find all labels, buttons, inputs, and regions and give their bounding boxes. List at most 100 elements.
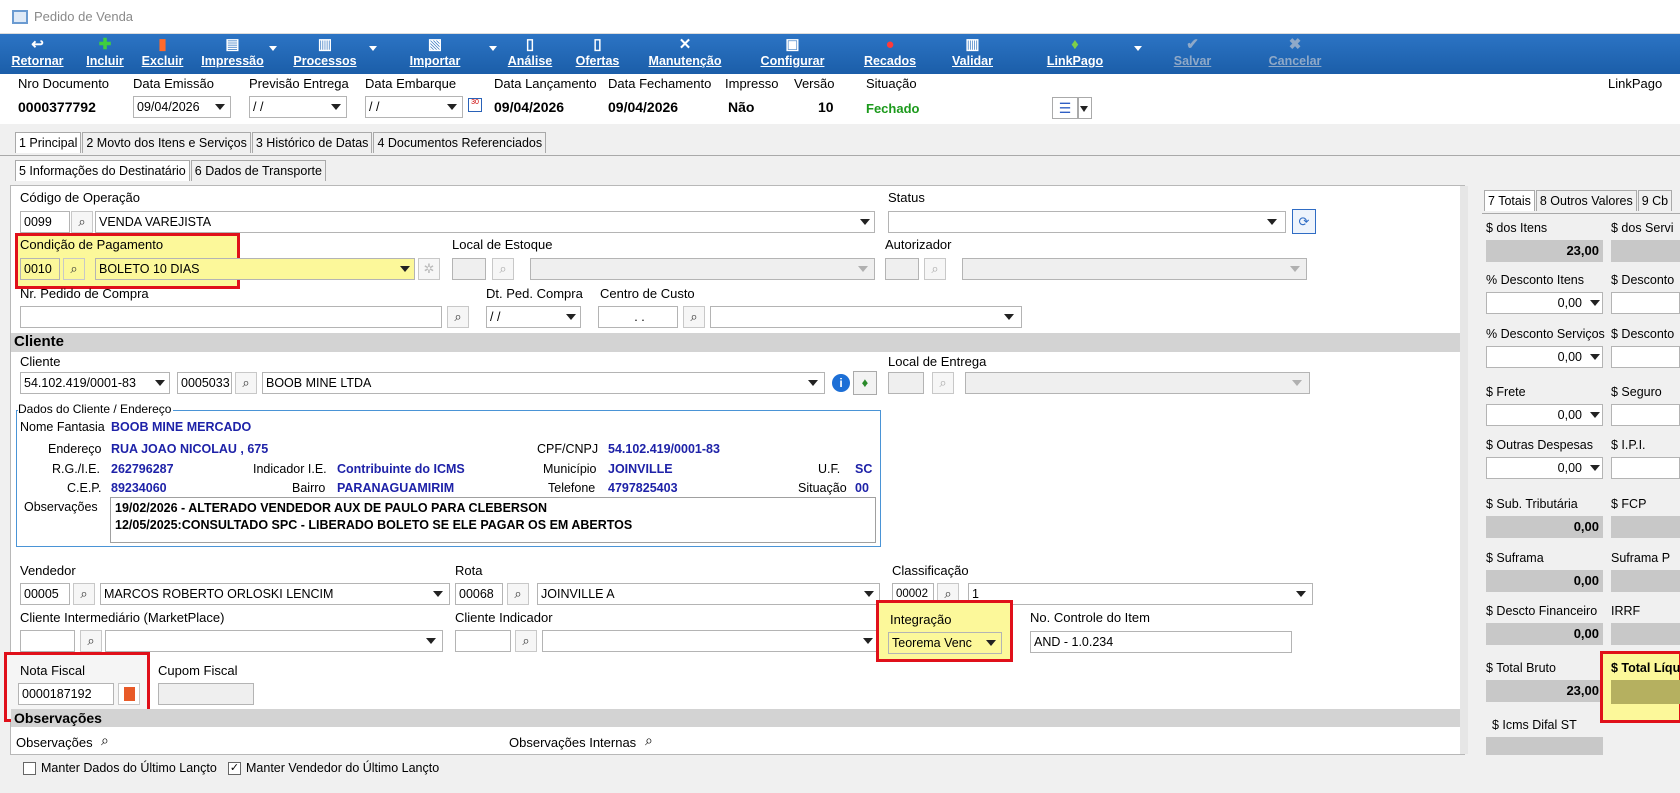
codigo-operacao-desc[interactable]: VENDA VAREJISTA <box>95 211 875 233</box>
toolbar-configurar-button[interactable]: ▣ Configurar <box>740 36 845 72</box>
desconto-itens-value-field[interactable] <box>1611 292 1680 314</box>
totals-tab-2[interactable]: 8 Outros Valores <box>1535 190 1637 211</box>
desconto-servicos-value-field[interactable] <box>1611 346 1680 368</box>
pedido-compra-field[interactable] <box>20 306 442 328</box>
toolbar-analise-button[interactable]: ▯ Análise <box>495 36 565 72</box>
checkbox-manter-dados[interactable] <box>23 762 36 775</box>
chevron-down-icon[interactable] <box>1296 591 1306 597</box>
toolbar-retornar-button[interactable]: ↩ Retornar <box>0 36 75 72</box>
local-estoque-label: Local de Estoque <box>452 237 553 252</box>
chevron-down-icon[interactable] <box>433 591 443 597</box>
money-bag-icon[interactable]: ♦ <box>853 371 877 395</box>
rota-code-field[interactable]: 00068 <box>455 583 503 605</box>
toolbar-importar-button[interactable]: ▧ Importar <box>375 36 495 72</box>
chevron-down-icon[interactable] <box>863 638 873 644</box>
calendar-icon[interactable]: 30 <box>468 98 482 112</box>
search-icon[interactable]: ⌕ <box>683 306 705 328</box>
centro-custo-select[interactable] <box>710 306 1022 328</box>
search-icon[interactable]: ⌕ <box>63 258 85 280</box>
nota-fiscal-field[interactable]: 0000187192 <box>18 683 114 705</box>
cliente-indicador-select[interactable] <box>542 630 880 652</box>
chevron-down-icon[interactable] <box>400 266 410 272</box>
bairro-label: Bairro <box>292 481 326 495</box>
chevron-down-icon[interactable] <box>808 380 818 386</box>
subtab-1[interactable]: 5 Informações do Destinatário <box>15 160 190 181</box>
toolbar-incluir-button[interactable]: ✚ Incluir <box>75 36 135 72</box>
toolbar-validar-button[interactable]: ▥ Validar <box>935 36 1010 72</box>
toolbar-manutencao-button[interactable]: ✕ Manutenção <box>630 36 740 72</box>
data-embarque-dropdown-icon[interactable] <box>447 104 457 110</box>
intermediario-select[interactable] <box>105 630 443 652</box>
totals-tab-1[interactable]: 7 Totais <box>1484 190 1535 211</box>
rota-name-field[interactable]: JOINVILLE A <box>537 583 880 605</box>
data-emissao-dropdown-icon[interactable] <box>215 104 225 110</box>
cliente-code-field[interactable]: 0005033 <box>177 372 232 394</box>
seguro-field[interactable] <box>1611 404 1680 426</box>
search-icon[interactable]: ⌕ <box>515 630 537 652</box>
info-icon[interactable]: i <box>832 374 850 392</box>
gear-icon[interactable]: ✲ <box>418 258 440 280</box>
chevron-down-icon[interactable] <box>155 380 165 386</box>
chevron-down-icon[interactable] <box>1590 465 1600 471</box>
search-icon[interactable]: ⌕ <box>80 630 102 652</box>
cliente-indicador-code[interactable] <box>455 630 511 652</box>
outras-despesas-field[interactable]: 0,00 <box>1486 457 1603 479</box>
search-icon[interactable]: ⌕ <box>101 732 119 750</box>
vendedor-code-field[interactable]: 00005 <box>20 583 70 605</box>
chevron-down-icon[interactable] <box>864 591 874 597</box>
toolbar-salvar-button[interactable]: ✔ Salvar <box>1140 36 1245 72</box>
toolbar-processos-button[interactable]: ▥ Processos <box>275 36 375 72</box>
condicao-desc-field[interactable]: BOLETO 10 DIAS <box>95 258 415 280</box>
ipi-field[interactable] <box>1611 457 1680 479</box>
chevron-down-icon[interactable] <box>1590 354 1600 360</box>
classificacao-desc-field[interactable]: 1 <box>968 583 1313 605</box>
tab-3[interactable]: 3 Histórico de Datas <box>251 132 373 153</box>
codigo-operacao-field[interactable]: 0099 <box>20 211 70 233</box>
desc-itens-field[interactable]: 0,00 <box>1486 292 1603 314</box>
tab-1[interactable]: 1 Principal <box>15 132 82 153</box>
frete-field[interactable]: 0,00 <box>1486 404 1603 426</box>
search-icon[interactable]: ⌕ <box>645 732 663 750</box>
tab-2[interactable]: 2 Movto dos Itens e Serviços <box>82 132 251 153</box>
toolbar-recados-button[interactable]: ● Recados <box>845 36 935 72</box>
cliente-name-field[interactable]: BOOB MINE LTDA <box>262 372 825 394</box>
toolbar-cancelar-button[interactable]: ✖ Cancelar <box>1245 36 1345 72</box>
chevron-down-icon[interactable] <box>860 219 870 225</box>
search-icon[interactable]: ⌕ <box>447 306 469 328</box>
form-scrollbar[interactable] <box>1460 186 1468 754</box>
vendedor-name-field[interactable]: MARCOS ROBERTO ORLOSKI LENCIM <box>100 583 450 605</box>
toolbar-linkpago-button[interactable]: ♦ LinkPago <box>1010 36 1140 72</box>
controle-item-field[interactable]: AND - 1.0.234 <box>1030 631 1292 653</box>
previsao-dropdown-icon[interactable] <box>331 104 341 110</box>
list-menu-icon[interactable]: ☰ <box>1052 97 1078 119</box>
search-icon[interactable]: ⌕ <box>507 583 529 605</box>
condicao-code-field[interactable]: 0010 <box>20 258 60 280</box>
desc-servicos-field[interactable]: 0,00 <box>1486 346 1603 368</box>
chevron-down-icon[interactable] <box>1590 300 1600 306</box>
search-icon[interactable]: ⌕ <box>235 372 257 394</box>
pdf-icon[interactable] <box>118 683 140 705</box>
refresh-icon[interactable]: ⟳ <box>1292 209 1316 234</box>
totals-tab-3[interactable]: 9 Cb <box>1637 190 1673 211</box>
title-bar: Pedido de Venda <box>0 0 1680 34</box>
search-icon[interactable]: ⌕ <box>71 211 93 233</box>
integracao-select[interactable]: Teorema Venc <box>888 632 1002 654</box>
chevron-down-icon[interactable] <box>566 314 576 320</box>
status-select[interactable] <box>888 211 1286 233</box>
toolbar-impressao-button[interactable]: ▤ Impressão <box>190 36 275 72</box>
checkbox-manter-vendedor[interactable]: ✓ <box>228 762 241 775</box>
intermediario-code-field[interactable] <box>20 630 75 652</box>
tab-4[interactable]: 4 Documentos Referenciados <box>373 132 547 153</box>
toolbar-excluir-button[interactable]: ▮ Excluir <box>135 36 190 72</box>
chevron-down-icon[interactable] <box>1004 314 1014 320</box>
search-icon[interactable]: ⌕ <box>73 583 95 605</box>
list-menu-dropdown[interactable] <box>1078 97 1092 119</box>
toolbar-ofertas-button[interactable]: ▯ Ofertas <box>565 36 630 72</box>
chevron-down-icon[interactable] <box>986 640 996 646</box>
cliente-cnpj-field[interactable]: 54.102.419/0001-83 <box>20 372 170 394</box>
chevron-down-icon[interactable] <box>1267 219 1277 225</box>
centro-custo-code[interactable]: . . <box>598 306 678 328</box>
chevron-down-icon[interactable] <box>1590 412 1600 418</box>
subtab-2[interactable]: 6 Dados de Transporte <box>190 160 326 181</box>
chevron-down-icon[interactable] <box>426 638 436 644</box>
